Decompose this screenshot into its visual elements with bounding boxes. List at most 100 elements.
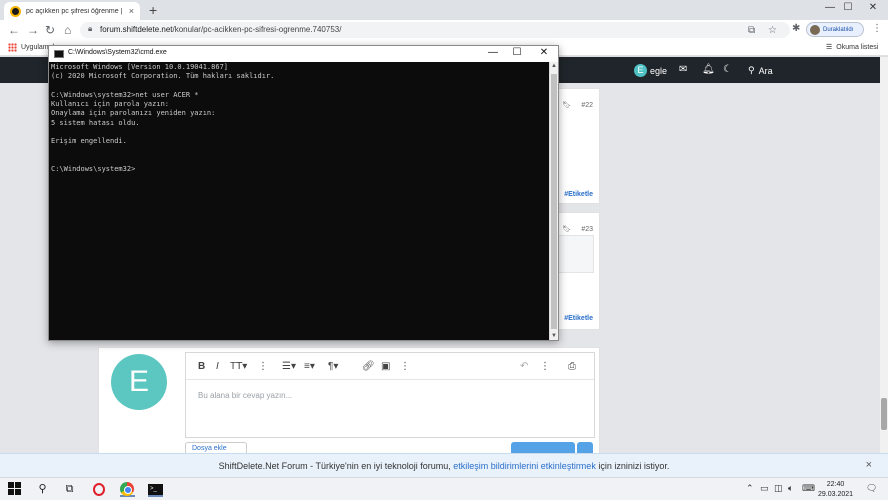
more-format-icon[interactable]: ⋮: [258, 361, 268, 372]
cmd-maximize-button[interactable]: ☐: [504, 47, 530, 58]
cmd-minimize-button[interactable]: —: [480, 47, 506, 58]
opera-icon[interactable]: [92, 482, 107, 497]
chrome-icon[interactable]: [120, 482, 135, 497]
tab-title: pc açıkken pc şifresi öğrenme | S: [26, 7, 124, 15]
tab-close-icon[interactable]: ×: [129, 6, 134, 16]
windows-logo-icon: [8, 482, 23, 495]
volume-icon[interactable]: 🔈︎: [788, 483, 793, 494]
profile-button[interactable]: Duraklatıldı: [806, 22, 864, 37]
reading-list-icon: ☰: [826, 44, 833, 51]
cmd-window[interactable]: C:\Windows\System32\cmd.exe — ☐ ✕ Micros…: [48, 45, 559, 341]
reload-icon[interactable]: ↻: [45, 23, 55, 37]
site-favicon-icon: [10, 5, 21, 17]
post-number[interactable]: #23: [581, 226, 593, 233]
bookmark-star-icon[interactable]: ☆: [768, 25, 777, 36]
browser-tab-strip: pc açıkken pc şifresi öğrenme | S × + — …: [0, 0, 888, 20]
task-view-icon[interactable]: ⧉: [62, 482, 77, 497]
cmd-titlebar[interactable]: C:\Windows\System32\cmd.exe — ☐ ✕: [49, 46, 558, 62]
network-icon[interactable]: ◫: [774, 483, 783, 494]
align-icon[interactable]: ≡▾: [304, 361, 315, 372]
cmd-window-icon: [54, 50, 64, 58]
console-line: Erişim engellendi.: [51, 137, 127, 146]
bold-icon[interactable]: B: [198, 361, 205, 372]
console-line: Onaylama için parolanızı yeniden yazın:: [51, 109, 216, 118]
page-scrollbar[interactable]: [880, 57, 888, 453]
image-icon[interactable]: ▣: [381, 361, 390, 372]
post-number[interactable]: #22: [581, 102, 593, 109]
header-search-button[interactable]: ⚲ Ara: [748, 65, 773, 76]
cmd-title: C:\Windows\System32\cmd.exe: [68, 49, 167, 56]
bookmark-icon[interactable]: 🔖︎: [562, 101, 571, 109]
address-bar[interactable]: 🔒︎ forum.shiftdelete.net/konular/pc-acik…: [80, 22, 790, 38]
header-user-menu[interactable]: E egle: [634, 64, 667, 77]
notification-close-icon[interactable]: ×: [866, 459, 872, 471]
header-avatar: E: [634, 64, 647, 77]
cmd-scrollbar[interactable]: ▲ ▼: [549, 62, 558, 340]
clock-date: 29.03.2021: [818, 491, 854, 498]
search-icon: ⚲: [748, 65, 755, 75]
push-notification-bar: ShiftDelete.Net Forum - Türkiye'nin en i…: [0, 453, 888, 477]
taskbar-clock[interactable]: 22:40 29.03.2021: [818, 480, 853, 500]
post-tag-link[interactable]: #Etiketle: [564, 315, 593, 322]
scroll-down-icon[interactable]: ▼: [551, 333, 557, 339]
page-scrollbar-thumb[interactable]: [881, 398, 887, 430]
apps-grid-icon: [8, 43, 17, 52]
post-tools: 🔖︎ #23: [562, 225, 593, 234]
extensions-icon[interactable]: ✱: [792, 23, 800, 34]
italic-icon[interactable]: I: [216, 361, 219, 372]
clock-time: 22:40: [826, 481, 845, 488]
install-app-icon[interactable]: ⧉: [748, 25, 755, 36]
keyboard-icon[interactable]: ⌨: [802, 483, 815, 494]
window-close-button[interactable]: ✕: [858, 2, 888, 13]
cmd-close-button[interactable]: ✕: [531, 47, 557, 58]
alerts-bell-icon[interactable]: 🔔︎: [702, 64, 715, 75]
preview-icon[interactable]: ⎙: [568, 361, 576, 372]
quick-reply-box: E B I T𝖳▾ ⋮ ☰▾ ≡▾ ¶▾ 🔗︎ ▣ ⋮ ↶ ⋮ ⎙ Bu ala…: [98, 347, 600, 457]
new-tab-button[interactable]: +: [149, 2, 157, 18]
post-tools: 🔖︎ #22: [562, 101, 593, 110]
start-button[interactable]: [8, 482, 23, 497]
reply-placeholder: Bu alana bir cevap yazın...: [198, 391, 293, 400]
tray-chevron-icon[interactable]: ⌃: [746, 483, 754, 494]
search-icon[interactable]: ⚲: [35, 482, 50, 497]
windows-taskbar: ⚲ ⧉ >_ ⌃ ▭ ◫ 🔈︎ ⌨ 22:40 29.03.2021 🗨︎: [0, 477, 888, 500]
enable-notifications-link[interactable]: etkileşim bildirimlerini etkinleştirmek: [453, 461, 596, 471]
profile-status-label: Duraklatıldı: [823, 26, 854, 33]
address-url[interactable]: forum.shiftdelete.net/konular/pc-acikken…: [100, 25, 341, 34]
bookmark-icon[interactable]: 🔖︎: [562, 225, 571, 233]
browser-toolbar: ← → ↻ ⌂ 🔒︎ forum.shiftdelete.net/konular…: [0, 20, 888, 40]
scroll-up-icon[interactable]: ▲: [551, 63, 557, 69]
link-icon[interactable]: 🔗︎: [362, 361, 375, 372]
notification-text-start: ShiftDelete.Net Forum - Türkiye'nin en i…: [218, 461, 451, 471]
post-tag-link[interactable]: #Etiketle: [564, 191, 593, 198]
reading-list-label: Okuma listesi: [836, 43, 879, 51]
forward-icon[interactable]: →: [27, 23, 39, 37]
inbox-icon[interactable]: ✉: [679, 64, 687, 75]
profile-avatar: [810, 24, 820, 35]
console-line: C:\Windows\system32>net user ACER *: [51, 90, 199, 99]
header-search-label: Ara: [758, 65, 773, 76]
home-icon[interactable]: ⌂: [64, 23, 71, 37]
paragraph-icon[interactable]: ¶▾: [328, 361, 338, 372]
more-options-icon[interactable]: ⋮: [540, 361, 550, 372]
list-icon[interactable]: ☰▾: [282, 361, 296, 372]
undo-icon[interactable]: ↶: [520, 361, 528, 372]
reading-list-button[interactable]: ☰ Okuma listesi: [826, 43, 879, 52]
text-size-icon[interactable]: T𝖳▾: [230, 361, 247, 372]
lock-icon: 🔒︎: [88, 24, 93, 33]
cmd-taskbar-icon[interactable]: >_: [148, 482, 163, 497]
browser-tab-active[interactable]: pc açıkken pc şifresi öğrenme | S ×: [4, 2, 140, 20]
notification-text-end: için izninizi istiyor.: [598, 461, 670, 471]
battery-icon[interactable]: ▭: [760, 483, 769, 494]
dark-mode-moon-icon[interactable]: ☾: [723, 64, 732, 75]
reply-editor[interactable]: B I T𝖳▾ ⋮ ☰▾ ≡▾ ¶▾ 🔗︎ ▣ ⋮ ↶ ⋮ ⎙ Bu alana…: [185, 352, 595, 438]
cmd-console[interactable]: Microsoft Windows [Version 10.0.19041.86…: [49, 62, 549, 340]
browser-menu-icon[interactable]: ⋮: [872, 23, 882, 34]
more-insert-icon[interactable]: ⋮: [400, 361, 410, 372]
action-center-icon[interactable]: 🗨︎: [866, 483, 877, 494]
editor-toolbar: B I T𝖳▾ ⋮ ☰▾ ≡▾ ¶▾ 🔗︎ ▣ ⋮ ↶ ⋮ ⎙: [186, 353, 594, 380]
back-icon[interactable]: ←: [8, 23, 20, 37]
cmd-scrollbar-thumb[interactable]: [551, 74, 557, 329]
